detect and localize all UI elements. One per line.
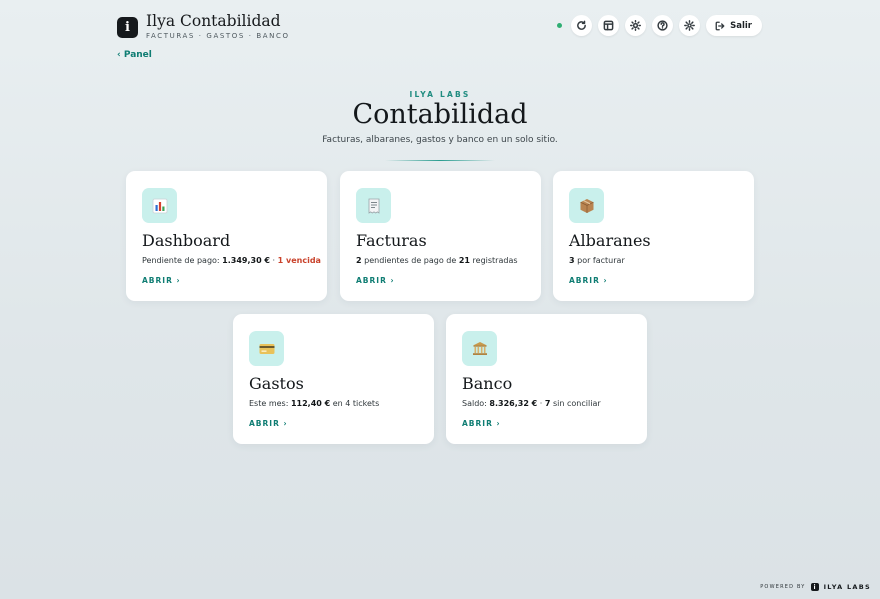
card-icon-tile <box>142 188 177 223</box>
app-logo[interactable]: i <box>117 17 138 38</box>
page-subtitle: Facturas, albaranes, gastos y banco en u… <box>322 135 558 145</box>
layout-icon <box>603 20 614 31</box>
card-title: Facturas <box>356 231 427 250</box>
bank-icon <box>472 341 487 355</box>
desc-text: en 4 tickets <box>330 399 380 408</box>
desc-text: registradas <box>469 256 518 265</box>
footer-brand: POWERED BY i ILYA LABS <box>760 583 871 591</box>
receipt-icon <box>368 198 379 214</box>
desc-text: pendientes de pago de <box>361 256 459 265</box>
logout-icon <box>715 21 725 30</box>
layout-button[interactable] <box>598 15 620 36</box>
logout-label: Salir <box>730 20 752 31</box>
desc-text: sin conciliar <box>550 399 601 408</box>
card-open-link[interactable]: ABRIR › <box>356 276 525 285</box>
desc-value: 8.326,32 € <box>489 399 538 408</box>
hero-eyebrow: ILYA LABS <box>409 90 471 99</box>
refresh-button[interactable] <box>571 15 593 36</box>
card-open-link[interactable]: ABRIR › <box>462 419 631 428</box>
desc-value: 1.349,30 € <box>222 256 270 265</box>
card-description: 3 por facturar <box>569 256 738 265</box>
desc-text: Saldo: <box>462 399 490 408</box>
gear-icon <box>684 20 696 31</box>
desc-value: 112,40 € <box>290 399 331 408</box>
powered-by-label: POWERED BY <box>760 584 806 590</box>
card-icon-tile <box>462 331 497 366</box>
card-icon-tile <box>249 331 284 366</box>
card-title: Banco <box>462 374 513 393</box>
theme-toggle-button[interactable] <box>625 15 647 36</box>
desc-text: Este mes: <box>249 399 291 408</box>
card-open-link[interactable]: ABRIR › <box>142 276 311 285</box>
card-description: 2 pendientes de pago de 21 registradas <box>356 256 525 265</box>
card-dashboard[interactable]: Dashboard Pendiente de pago: 1.349,30 € … <box>126 171 327 301</box>
brand-logo-icon: i <box>810 583 819 591</box>
card-description: Saldo: 8.326,32 € · 7 sin conciliar <box>462 399 631 408</box>
chart-icon <box>152 198 167 213</box>
sun-icon <box>630 20 642 31</box>
app-title: Ilya Contabilidad <box>146 12 281 30</box>
app-title-block: Ilya Contabilidad FACTURAS · GASTOS · BA… <box>146 12 290 40</box>
card-banco[interactable]: Banco Saldo: 8.326,32 € · 7 sin concilia… <box>446 314 647 444</box>
app-header: i Ilya Contabilidad FACTURAS · GASTOS · … <box>117 12 290 40</box>
card-title: Gastos <box>249 374 304 393</box>
logout-button[interactable]: Salir <box>706 15 762 36</box>
hero-divider <box>385 160 495 161</box>
refresh-icon <box>577 20 587 30</box>
page-title: Contabilidad <box>352 99 528 130</box>
help-icon <box>657 20 668 31</box>
card-gastos[interactable]: Gastos Este mes: 112,40 € en 4 tickets A… <box>233 314 434 444</box>
card-facturas[interactable]: Facturas 2 pendientes de pago de 21 regi… <box>340 171 541 301</box>
card-open-link[interactable]: ABRIR › <box>249 419 418 428</box>
card-title: Dashboard <box>142 231 231 250</box>
credit-card-icon <box>259 343 274 354</box>
desc-text: · <box>270 256 278 265</box>
card-icon-tile <box>356 188 391 223</box>
package-icon <box>579 198 594 213</box>
card-icon-tile <box>569 188 604 223</box>
desc-value: 21 <box>458 256 470 265</box>
card-albaranes[interactable]: Albaranes 3 por facturar ABRIR › <box>553 171 754 301</box>
desc-text: Pendiente de pago: <box>142 256 223 265</box>
status-indicator <box>557 23 563 28</box>
card-open-link[interactable]: ABRIR › <box>569 276 738 285</box>
desc-text: por facturar <box>574 256 625 265</box>
back-to-panel-link[interactable]: ‹ Panel <box>117 50 152 60</box>
app-subtitle: FACTURAS · GASTOS · BANCO <box>146 32 290 40</box>
card-description: Pendiente de pago: 1.349,30 € · 1 vencid… <box>142 256 321 265</box>
desc-text: · <box>537 399 545 408</box>
settings-button[interactable] <box>679 15 701 36</box>
overdue-badge: 1 vencida <box>277 256 321 265</box>
card-title: Albaranes <box>569 231 651 250</box>
toolbar: Salir <box>557 15 762 36</box>
brand-name[interactable]: ILYA LABS <box>824 583 871 591</box>
help-button[interactable] <box>652 15 674 36</box>
card-description: Este mes: 112,40 € en 4 tickets <box>249 399 418 408</box>
